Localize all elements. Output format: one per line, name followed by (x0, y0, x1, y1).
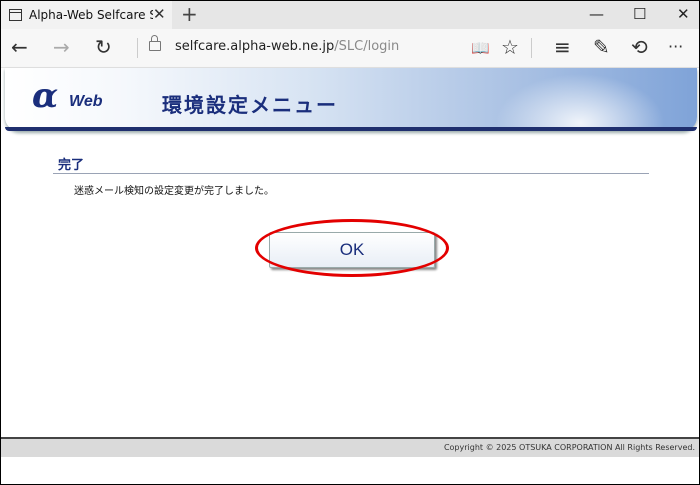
back-arrow-icon[interactable]: ← (11, 35, 28, 59)
alpha-web-logo: α (32, 76, 59, 116)
tab-title: Alpha-Web Selfcare Serv (29, 8, 153, 22)
banner-underline (5, 127, 697, 131)
section-heading: 完了 (58, 158, 85, 173)
new-tab-icon[interactable]: + (181, 3, 198, 25)
tab-close-icon[interactable]: ✕ (153, 5, 166, 23)
minimize-icon[interactable]: — (589, 5, 604, 23)
url-domain: selfcare.alpha-web.ne.jp (175, 39, 335, 54)
heading-divider (53, 173, 649, 174)
copyright-text: Copyright © 2025 OTSUKA CORPORATION All … (443, 443, 695, 452)
header-banner (5, 68, 697, 131)
completion-message: 迷惑メール検知の設定変更が完了しました。 (74, 186, 274, 197)
url-path: /SLC/login (334, 39, 400, 54)
address-bar[interactable]: selfcare.alpha-web.ne.jp/SLC/login (175, 39, 399, 54)
hub-icon[interactable]: ≡ (554, 35, 571, 59)
tab-strip: Alpha-Web Selfcare Serv ✕ + — ☐ ✕ (1, 1, 699, 29)
forward-arrow-icon[interactable]: → (53, 35, 70, 59)
ok-button[interactable]: OK (269, 232, 435, 268)
maximize-icon[interactable]: ☐ (633, 5, 646, 23)
browser-window: Alpha-Web Selfcare Serv ✕ + — ☐ ✕ ← → ↻ … (0, 0, 700, 485)
refresh-icon[interactable]: ↻ (95, 35, 112, 59)
footer: Copyright © 2025 OTSUKA CORPORATION All … (1, 439, 699, 457)
alpha-web-logo-text: Web (69, 93, 103, 110)
favorites-star-icon[interactable]: ☆ (501, 35, 519, 59)
share-icon[interactable]: ⟲ (631, 35, 648, 59)
reading-view-icon[interactable]: 📖 (471, 39, 490, 57)
close-window-icon[interactable]: ✕ (677, 5, 690, 23)
page-title: 環境設定メニュー (162, 93, 338, 117)
browser-tab[interactable]: Alpha-Web Selfcare Serv ✕ (1, 1, 172, 29)
web-note-icon[interactable]: ✎ (593, 35, 610, 59)
divider (531, 38, 532, 58)
more-icon[interactable]: ··· (668, 37, 683, 56)
page-icon (9, 9, 22, 21)
navigation-bar: ← → ↻ selfcare.alpha-web.ne.jp/SLC/login… (1, 29, 699, 68)
lock-icon (149, 35, 161, 51)
divider (137, 38, 138, 58)
